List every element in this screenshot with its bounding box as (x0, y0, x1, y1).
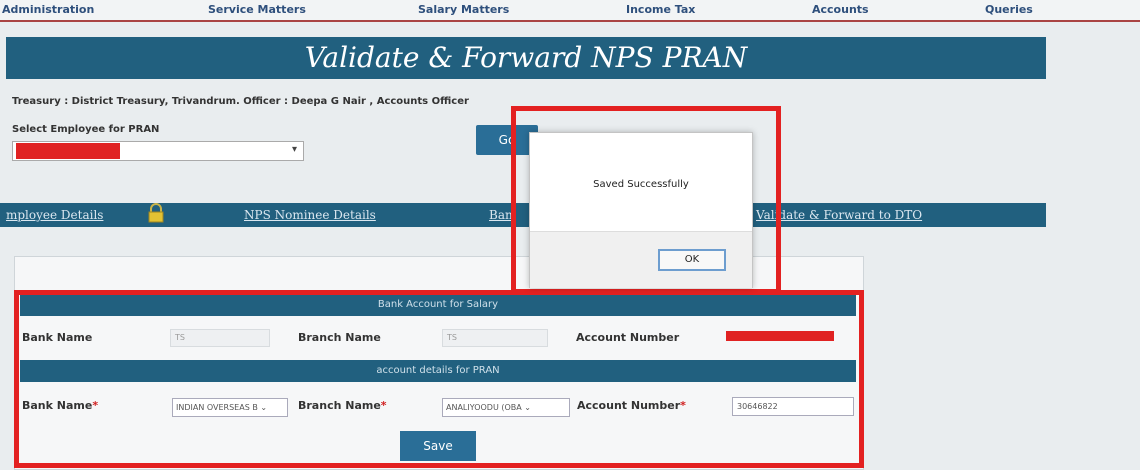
pran-bank-name-select[interactable]: INDIAN OVERSEAS B ⌄ (172, 398, 288, 417)
chevron-down-icon: ▾ (291, 144, 297, 155)
tab-nps-nominee-details[interactable]: NPS Nominee Details (244, 208, 376, 222)
treasury-info: Treasury : District Treasury, Trivandrum… (12, 96, 469, 107)
salary-branch-name-label: Branch Name (298, 331, 381, 344)
redaction-employee (16, 143, 120, 159)
salary-account-number-label: Account Number (576, 331, 680, 344)
pran-branch-name-label: Branch Name* (298, 399, 387, 412)
dialog-footer: OK (530, 231, 752, 288)
pran-section-header: account details for PRAN (20, 360, 856, 382)
pran-branch-name-select[interactable]: ANALIYOODU (OBA ⌄ (442, 398, 570, 417)
tab-validate-forward[interactable]: Validate & Forward to DTO (756, 208, 922, 222)
page-title: Validate & Forward NPS PRAN (6, 37, 1046, 79)
menu-administration[interactable]: Administration (2, 3, 94, 16)
save-button[interactable]: Save (400, 431, 476, 461)
menu-salary-matters[interactable]: Salary Matters (418, 3, 509, 16)
chevron-down-icon: ⌄ (260, 403, 268, 412)
menu-service-matters[interactable]: Service Matters (208, 3, 306, 16)
menu-income-tax[interactable]: Income Tax (626, 3, 695, 16)
ok-button[interactable]: OK (658, 249, 726, 271)
pran-bank-name-label: Bank Name* (22, 399, 99, 412)
salary-bank-name-label: Bank Name (22, 331, 93, 344)
dialog-message: Saved Successfully (593, 179, 689, 190)
menu-accounts[interactable]: Accounts (812, 3, 869, 16)
alert-dialog: Saved Successfully OK (529, 132, 753, 288)
redaction-account-number (726, 331, 834, 341)
tab-employee-details[interactable]: mployee Details (6, 208, 103, 222)
top-menu-bar: Administration Service Matters Salary Ma… (0, 0, 1140, 22)
salary-branch-name-field: TS (442, 329, 548, 347)
pran-account-number-input[interactable]: 30646822 (732, 397, 854, 416)
tab-bank-details[interactable]: Ban (489, 208, 513, 222)
menu-queries[interactable]: Queries (985, 3, 1033, 16)
salary-section-header: Bank Account for Salary (20, 294, 856, 316)
pran-account-number-label: Account Number* (577, 399, 686, 412)
chevron-down-icon: ⌄ (524, 403, 531, 412)
salary-bank-name-field: TS (170, 329, 270, 347)
select-employee-label: Select Employee for PRAN (12, 124, 160, 135)
lock-icon (148, 203, 164, 223)
